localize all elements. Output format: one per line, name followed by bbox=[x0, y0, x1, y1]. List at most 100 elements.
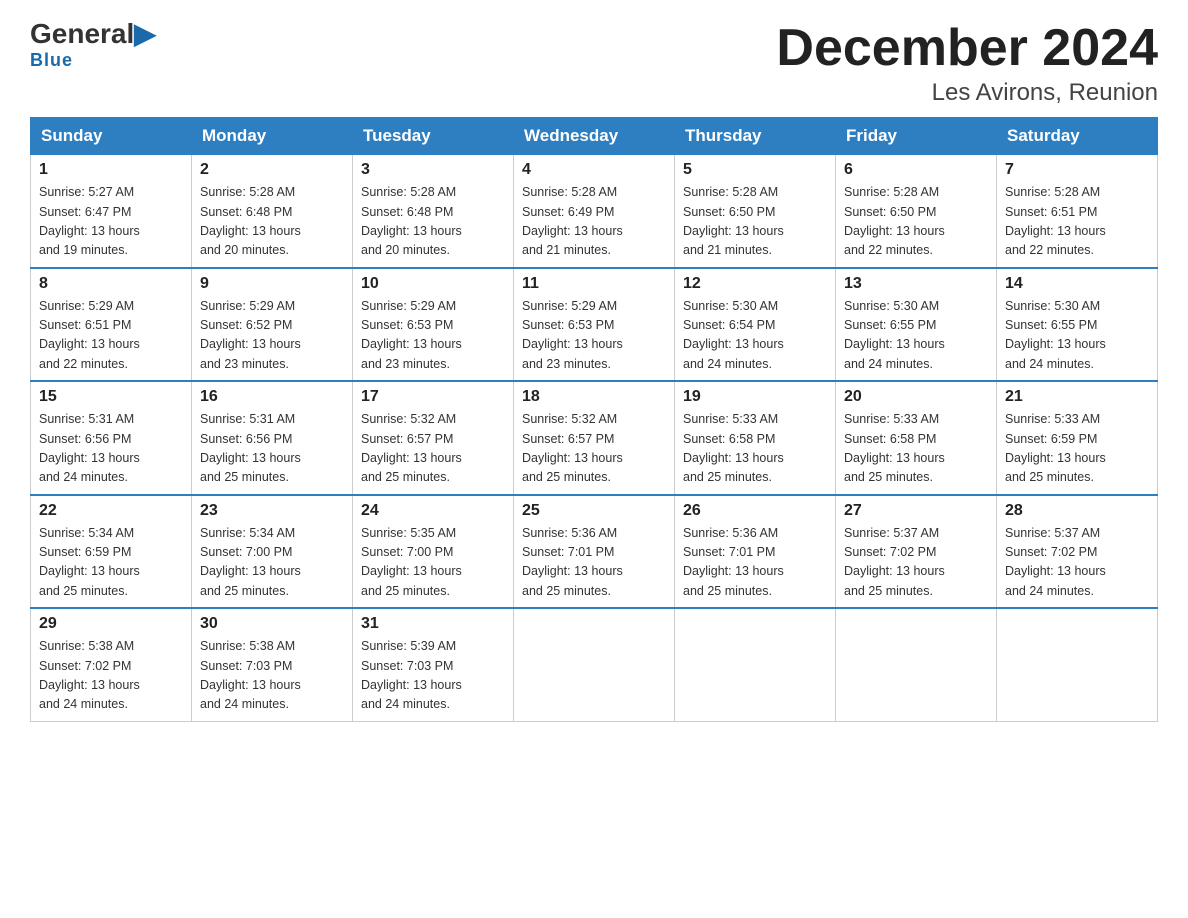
page-header: General▶ Blue December 2024 Les Avirons,… bbox=[30, 20, 1158, 107]
day-info: Sunrise: 5:29 AMSunset: 6:51 PMDaylight:… bbox=[39, 297, 183, 375]
day-header-sunday: Sunday bbox=[31, 118, 192, 155]
day-info: Sunrise: 5:33 AMSunset: 6:58 PMDaylight:… bbox=[683, 410, 827, 488]
calendar-cell: 4 Sunrise: 5:28 AMSunset: 6:49 PMDaylight… bbox=[514, 155, 675, 268]
day-info: Sunrise: 5:30 AMSunset: 6:54 PMDaylight:… bbox=[683, 297, 827, 375]
calendar-cell: 11 Sunrise: 5:29 AMSunset: 6:53 PMDayligh… bbox=[514, 268, 675, 382]
calendar-cell: 5Sunrise: 5:28 AMSunset: 6:50 PMDaylight… bbox=[675, 155, 836, 268]
calendar-cell: 26Sunrise: 5:36 AMSunset: 7:01 PMDayligh… bbox=[675, 495, 836, 609]
day-info: Sunrise: 5:37 AMSunset: 7:02 PMDaylight:… bbox=[1005, 524, 1149, 602]
day-header-wednesday: Wednesday bbox=[514, 118, 675, 155]
day-info: Sunrise: 5:31 AMSunset: 6:56 PMDaylight:… bbox=[39, 410, 183, 488]
day-number: 31 bbox=[361, 615, 505, 633]
day-number: 9 bbox=[200, 275, 344, 293]
day-info: Sunrise: 5:28 AMSunset: 6:49 PMDaylight:… bbox=[522, 183, 666, 261]
calendar-cell: 23Sunrise: 5:34 AMSunset: 7:00 PMDayligh… bbox=[192, 495, 353, 609]
day-info: Sunrise: 5:36 AMSunset: 7:01 PMDaylight:… bbox=[683, 524, 827, 602]
week-row-4: 22 Sunrise: 5:34 AMSunset: 6:59 PMDayligh… bbox=[31, 495, 1158, 609]
day-info: Sunrise: 5:34 AMSunset: 7:00 PMDaylight:… bbox=[200, 524, 344, 602]
day-header-friday: Friday bbox=[836, 118, 997, 155]
day-number: 6 bbox=[844, 161, 988, 179]
calendar-cell: 17 Sunrise: 5:32 AMSunset: 6:57 PMDayligh… bbox=[353, 381, 514, 495]
day-number: 18 bbox=[522, 388, 666, 406]
day-info: Sunrise: 5:29 AMSunset: 6:53 PMDaylight:… bbox=[361, 297, 505, 375]
day-info: Sunrise: 5:29 AMSunset: 6:53 PMDaylight:… bbox=[522, 297, 666, 375]
calendar-cell bbox=[836, 608, 997, 721]
calendar-cell: 27 Sunrise: 5:37 AMSunset: 7:02 PMDayligh… bbox=[836, 495, 997, 609]
day-info: Sunrise: 5:27 AMSunset: 6:47 PMDaylight:… bbox=[39, 183, 183, 261]
day-info: Sunrise: 5:35 AMSunset: 7:00 PMDaylight:… bbox=[361, 524, 505, 602]
calendar-cell: 10 Sunrise: 5:29 AMSunset: 6:53 PMDayligh… bbox=[353, 268, 514, 382]
day-number: 11 bbox=[522, 275, 666, 293]
day-number: 5 bbox=[683, 161, 827, 179]
calendar-cell: 9 Sunrise: 5:29 AMSunset: 6:52 PMDaylight… bbox=[192, 268, 353, 382]
title-section: December 2024 Les Avirons, Reunion bbox=[776, 20, 1158, 107]
calendar-cell: 31 Sunrise: 5:39 AMSunset: 7:03 PMDayligh… bbox=[353, 608, 514, 721]
calendar-cell: 18 Sunrise: 5:32 AMSunset: 6:57 PMDayligh… bbox=[514, 381, 675, 495]
day-number: 25 bbox=[522, 502, 666, 520]
calendar-cell: 13Sunrise: 5:30 AMSunset: 6:55 PMDayligh… bbox=[836, 268, 997, 382]
day-info: Sunrise: 5:31 AMSunset: 6:56 PMDaylight:… bbox=[200, 410, 344, 488]
day-number: 14 bbox=[1005, 275, 1149, 293]
calendar-cell bbox=[514, 608, 675, 721]
day-number: 10 bbox=[361, 275, 505, 293]
week-row-1: 1Sunrise: 5:27 AMSunset: 6:47 PMDaylight… bbox=[31, 155, 1158, 268]
day-number: 30 bbox=[200, 615, 344, 633]
calendar-cell: 14Sunrise: 5:30 AMSunset: 6:55 PMDayligh… bbox=[997, 268, 1158, 382]
day-number: 15 bbox=[39, 388, 183, 406]
day-number: 2 bbox=[200, 161, 344, 179]
day-info: Sunrise: 5:28 AMSunset: 6:51 PMDaylight:… bbox=[1005, 183, 1149, 261]
day-number: 7 bbox=[1005, 161, 1149, 179]
calendar-cell: 30 Sunrise: 5:38 AMSunset: 7:03 PMDayligh… bbox=[192, 608, 353, 721]
day-header-monday: Monday bbox=[192, 118, 353, 155]
month-title: December 2024 bbox=[776, 20, 1158, 77]
days-header-row: SundayMondayTuesdayWednesdayThursdayFrid… bbox=[31, 118, 1158, 155]
day-header-tuesday: Tuesday bbox=[353, 118, 514, 155]
day-number: 17 bbox=[361, 388, 505, 406]
day-info: Sunrise: 5:32 AMSunset: 6:57 PMDaylight:… bbox=[522, 410, 666, 488]
calendar-cell: 7 Sunrise: 5:28 AMSunset: 6:51 PMDaylight… bbox=[997, 155, 1158, 268]
calendar-cell: 22 Sunrise: 5:34 AMSunset: 6:59 PMDayligh… bbox=[31, 495, 192, 609]
day-info: Sunrise: 5:28 AMSunset: 6:48 PMDaylight:… bbox=[361, 183, 505, 261]
week-row-3: 15 Sunrise: 5:31 AMSunset: 6:56 PMDayligh… bbox=[31, 381, 1158, 495]
day-info: Sunrise: 5:38 AMSunset: 7:03 PMDaylight:… bbox=[200, 637, 344, 715]
day-number: 8 bbox=[39, 275, 183, 293]
calendar-cell: 19Sunrise: 5:33 AMSunset: 6:58 PMDayligh… bbox=[675, 381, 836, 495]
calendar-table: SundayMondayTuesdayWednesdayThursdayFrid… bbox=[30, 117, 1158, 722]
week-row-5: 29Sunrise: 5:38 AMSunset: 7:02 PMDayligh… bbox=[31, 608, 1158, 721]
logo-blue-line: Blue bbox=[30, 50, 73, 71]
location-title: Les Avirons, Reunion bbox=[776, 79, 1158, 107]
day-number: 4 bbox=[522, 161, 666, 179]
day-number: 3 bbox=[361, 161, 505, 179]
week-row-2: 8 Sunrise: 5:29 AMSunset: 6:51 PMDaylight… bbox=[31, 268, 1158, 382]
calendar-cell: 12 Sunrise: 5:30 AMSunset: 6:54 PMDayligh… bbox=[675, 268, 836, 382]
calendar-cell: 28 Sunrise: 5:37 AMSunset: 7:02 PMDayligh… bbox=[997, 495, 1158, 609]
day-info: Sunrise: 5:38 AMSunset: 7:02 PMDaylight:… bbox=[39, 637, 183, 715]
day-info: Sunrise: 5:29 AMSunset: 6:52 PMDaylight:… bbox=[200, 297, 344, 375]
day-info: Sunrise: 5:33 AMSunset: 6:58 PMDaylight:… bbox=[844, 410, 988, 488]
day-info: Sunrise: 5:37 AMSunset: 7:02 PMDaylight:… bbox=[844, 524, 988, 602]
calendar-cell: 29Sunrise: 5:38 AMSunset: 7:02 PMDayligh… bbox=[31, 608, 192, 721]
day-number: 22 bbox=[39, 502, 183, 520]
day-info: Sunrise: 5:30 AMSunset: 6:55 PMDaylight:… bbox=[844, 297, 988, 375]
day-info: Sunrise: 5:39 AMSunset: 7:03 PMDaylight:… bbox=[361, 637, 505, 715]
day-info: Sunrise: 5:36 AMSunset: 7:01 PMDaylight:… bbox=[522, 524, 666, 602]
day-number: 16 bbox=[200, 388, 344, 406]
calendar-cell: 3 Sunrise: 5:28 AMSunset: 6:48 PMDaylight… bbox=[353, 155, 514, 268]
logo-text: General▶ bbox=[30, 20, 156, 48]
day-number: 28 bbox=[1005, 502, 1149, 520]
day-info: Sunrise: 5:32 AMSunset: 6:57 PMDaylight:… bbox=[361, 410, 505, 488]
calendar-cell bbox=[997, 608, 1158, 721]
day-number: 20 bbox=[844, 388, 988, 406]
day-number: 24 bbox=[361, 502, 505, 520]
calendar-cell: 25 Sunrise: 5:36 AMSunset: 7:01 PMDayligh… bbox=[514, 495, 675, 609]
calendar-cell: 16 Sunrise: 5:31 AMSunset: 6:56 PMDayligh… bbox=[192, 381, 353, 495]
calendar-cell bbox=[675, 608, 836, 721]
calendar-cell: 24 Sunrise: 5:35 AMSunset: 7:00 PMDayligh… bbox=[353, 495, 514, 609]
day-info: Sunrise: 5:34 AMSunset: 6:59 PMDaylight:… bbox=[39, 524, 183, 602]
day-number: 27 bbox=[844, 502, 988, 520]
calendar-cell: 21Sunrise: 5:33 AMSunset: 6:59 PMDayligh… bbox=[997, 381, 1158, 495]
logo: General▶ Blue bbox=[30, 20, 156, 71]
day-info: Sunrise: 5:28 AMSunset: 6:48 PMDaylight:… bbox=[200, 183, 344, 261]
day-number: 12 bbox=[683, 275, 827, 293]
calendar-cell: 8 Sunrise: 5:29 AMSunset: 6:51 PMDaylight… bbox=[31, 268, 192, 382]
